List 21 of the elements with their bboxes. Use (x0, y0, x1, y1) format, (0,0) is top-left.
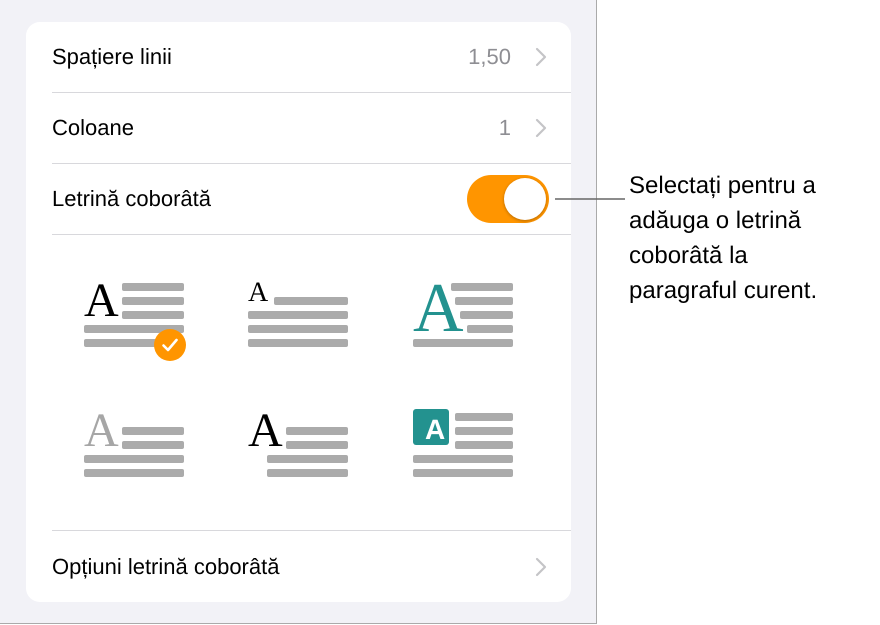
text-lines-icon (84, 283, 184, 347)
chevron-icon[interactable] (535, 118, 547, 138)
row-value: 1 (498, 115, 511, 141)
drop-cap-style-button[interactable]: A (408, 279, 517, 361)
callout-text: Selectați pentru a adăuga o letrină coborâtă la paragraful curent. (629, 171, 818, 306)
row-label: Letrină coborâtă (52, 186, 212, 212)
text-lines-icon (412, 413, 513, 477)
chevron-icon[interactable] (535, 556, 547, 576)
row-value: 1,50 (468, 44, 511, 70)
text-lines-icon (412, 283, 513, 347)
row-label: Spațiere linii (52, 44, 173, 70)
drop-cap-style-button[interactable]: A (408, 409, 517, 491)
toggle-switch[interactable] (467, 175, 549, 223)
drop-cap-style-button[interactable]: A (80, 279, 188, 361)
row-label: Opțiuni letrină coborâtă (52, 554, 280, 580)
leader-line (555, 198, 625, 200)
row-label: Coloane (52, 115, 135, 141)
drop-cap-style-button[interactable]: A (244, 409, 352, 491)
drop-cap-style-button[interactable]: A (244, 279, 352, 361)
chevron-icon[interactable] (535, 47, 547, 67)
checkmark-icon (154, 329, 186, 361)
